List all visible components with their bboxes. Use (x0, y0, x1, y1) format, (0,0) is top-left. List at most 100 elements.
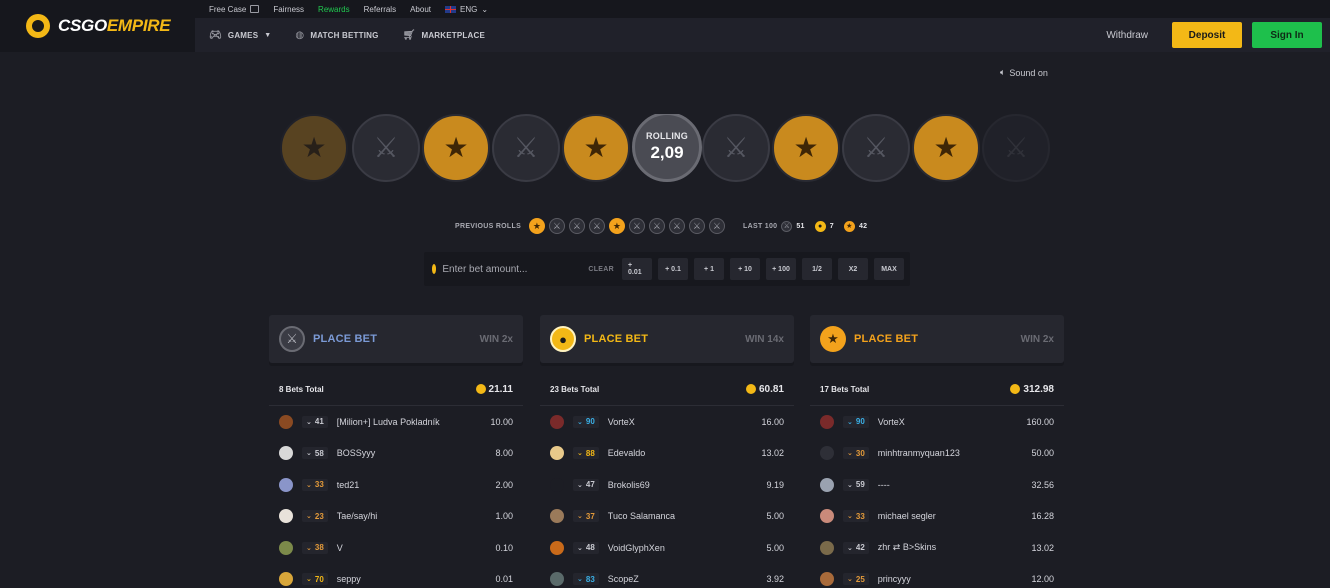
bets-total-count: 17 Bets Total (820, 384, 870, 394)
level-badge: ⌄ 33 (843, 510, 869, 523)
bet-amount: 160.00 (1026, 416, 1054, 427)
rewards-link[interactable]: Rewards (318, 5, 350, 14)
ct-roll-icon: ⚔ (549, 218, 566, 234)
gamepad-icon: 🎮︎ (209, 29, 222, 41)
avatar[interactable] (550, 414, 564, 429)
bet-amount: 16.28 (1031, 511, 1054, 522)
bet-column-t: ★ PLACE BET WIN 2x 17 Bets Total 312.98 ⌄ 90 Vo… (810, 315, 1064, 588)
place-bet-t-button[interactable]: ★ PLACE BET WIN 2x (810, 315, 1064, 363)
username[interactable]: ---- (878, 480, 890, 490)
bets-total-amount: 312.98 (1023, 383, 1054, 395)
bet-row: ⌄ 88 Edevaldo 13.02 (540, 438, 794, 470)
avatar[interactable] (820, 572, 834, 587)
avatar[interactable] (279, 572, 293, 587)
username[interactable]: BOSSyyy (337, 448, 376, 458)
avatar[interactable] (550, 572, 564, 587)
half-button[interactable]: 1/2 (802, 258, 832, 280)
username[interactable]: minhtranmyquan123 (878, 448, 960, 458)
add-001-button[interactable]: + 0.01 (622, 258, 652, 280)
level-badge: ⌄ 38 (302, 541, 328, 554)
nav-match-betting[interactable]: ◍ MATCH BETTING (295, 30, 378, 41)
place-bet-bonus-button[interactable]: ● PLACE BET WIN 14x (540, 315, 794, 363)
bet-row: ⌄ 47 Brokolis69 9.19 (540, 469, 794, 501)
roll-coin-t: ★ (912, 114, 980, 182)
username[interactable]: Tae/say/hi (337, 511, 378, 521)
sign-in-button[interactable]: Sign In (1252, 22, 1322, 48)
username[interactable]: VoidGlyphXen (608, 543, 665, 553)
username[interactable]: princyyy (878, 574, 911, 584)
withdraw-button[interactable]: Withdraw (1092, 30, 1162, 41)
double-button[interactable]: X2 (838, 258, 868, 280)
avatar[interactable] (820, 540, 834, 555)
username[interactable]: Tuco Salamanca (608, 511, 675, 521)
avatar[interactable] (550, 446, 564, 461)
avatar[interactable] (820, 446, 834, 461)
username[interactable]: V (337, 543, 343, 553)
gift-icon (250, 5, 260, 13)
add-10-button[interactable]: + 10 (730, 258, 760, 280)
username[interactable]: seppy (337, 574, 361, 584)
ct-roll-icon: ⚔ (589, 218, 606, 234)
username[interactable]: michael segler (878, 511, 936, 521)
free-case-link[interactable]: Free Case (209, 5, 260, 14)
add-1-button[interactable]: + 1 (694, 258, 724, 280)
ct-roll-icon: ⚔ (689, 218, 706, 234)
avatar[interactable] (550, 477, 564, 492)
roll-coin-t: ★ (562, 114, 630, 182)
avatar[interactable] (820, 509, 834, 524)
avatar[interactable] (550, 540, 564, 555)
avatar[interactable] (820, 477, 834, 492)
avatar[interactable] (279, 414, 293, 429)
username[interactable]: Edevaldo (608, 448, 646, 458)
avatar[interactable] (279, 446, 293, 461)
rank-chevron-icon: ⌄ (577, 544, 583, 552)
username[interactable]: Brokolis69 (608, 480, 650, 490)
referrals-link[interactable]: Referrals (364, 5, 396, 14)
add-01-button[interactable]: + 0.1 (658, 258, 688, 280)
avatar[interactable] (279, 509, 293, 524)
bet-amount: 13.02 (761, 448, 784, 459)
add-100-button[interactable]: + 100 (766, 258, 796, 280)
bets-summary: 17 Bets Total 312.98 (810, 381, 1064, 397)
nav-games[interactable]: 🎮︎ GAMES ▼ (209, 30, 271, 41)
clear-button[interactable]: CLEAR (588, 266, 614, 273)
top-links-bar: Free Case Fairness Rewards Referrals Abo… (195, 0, 1330, 18)
level-badge: ⌄ 90 (843, 415, 869, 428)
avatar[interactable] (550, 509, 564, 524)
place-bet-label: PLACE BET (313, 333, 378, 345)
username[interactable]: ted21 (337, 480, 360, 490)
sound-toggle[interactable]: 🔈︎ Sound on (1000, 67, 1048, 78)
username[interactable]: zhr ⇄ B>Skins (878, 542, 936, 553)
bet-amount-input[interactable] (442, 263, 573, 275)
main-nav: 🎮︎ GAMES ▼ ◍ MATCH BETTING 🛒︎ MARKETPLACE Wi… (195, 18, 1330, 52)
about-link[interactable]: About (410, 5, 431, 14)
fairness-link[interactable]: Fairness (273, 5, 304, 14)
rank-chevron-icon: ⌄ (577, 576, 583, 584)
deposit-button[interactable]: Deposit (1172, 22, 1242, 48)
avatar[interactable] (279, 540, 293, 555)
knives-icon: ⚔ (1003, 132, 1029, 163)
logo[interactable]: CSGOEMPIRE (0, 0, 195, 52)
username[interactable]: ScopeZ (608, 574, 639, 584)
bet-row: ⌄ 90 VorteX 16.00 (540, 406, 794, 438)
previous-rolls: PREVIOUS ROLLS ★ ⚔ ⚔ ⚔ ★ ⚔ ⚔ ⚔ ⚔ ⚔ LAST 100 ⚔ 51 … (455, 218, 873, 234)
bet-row: ⌄ 48 VoidGlyphXen 5.00 (540, 532, 794, 564)
bets-total-count: 8 Bets Total (279, 384, 324, 394)
rank-chevron-icon: ⌄ (306, 576, 312, 584)
rolling-countdown: 2,09 (650, 143, 684, 162)
nav-marketplace[interactable]: 🛒︎ MARKETPLACE (403, 30, 485, 41)
language-selector[interactable]: ENG ⌄ (444, 5, 488, 14)
roll-coin-t: ★ (772, 114, 840, 182)
username[interactable]: VorteX (608, 417, 635, 427)
avatar[interactable] (279, 477, 293, 492)
globe-icon: ◍ (295, 29, 305, 41)
max-button[interactable]: MAX (874, 258, 904, 280)
username[interactable]: VorteX (878, 417, 905, 427)
bet-row: ⌄ 59 ---- 32.56 (810, 469, 1064, 501)
level-badge: ⌄ 47 (573, 478, 599, 491)
bets-list: ⌄ 41 [Milion+] Ludva Pokladník 10.00 ⌄ 58 BOSS… (269, 405, 523, 588)
avatar[interactable] (820, 414, 834, 429)
bets-list: ⌄ 90 VorteX 16.00 ⌄ 88 Edevaldo 13.02 ⌄ 47 Brokoli… (540, 405, 794, 588)
place-bet-ct-button[interactable]: ⚔ PLACE BET WIN 2x (269, 315, 523, 363)
username[interactable]: [Milion+] Ludva Pokladník (337, 417, 440, 427)
